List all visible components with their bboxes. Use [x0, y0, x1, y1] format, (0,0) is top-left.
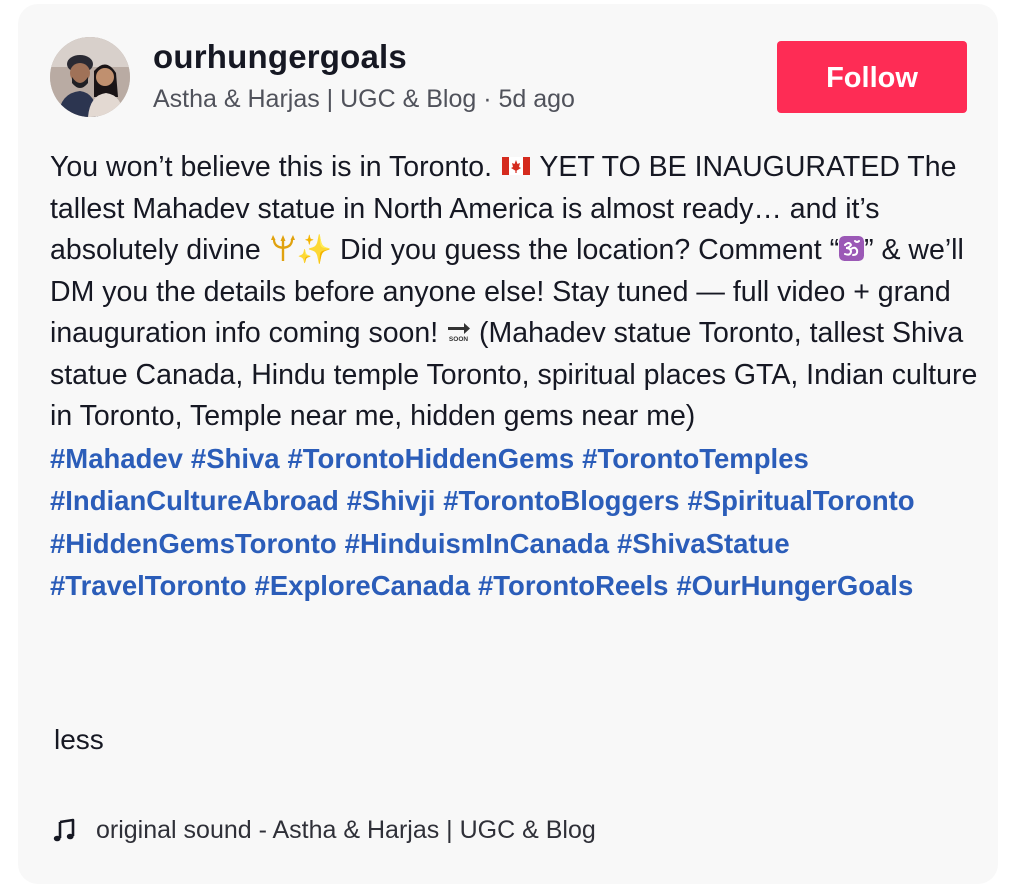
author-subline: Astha & Harjas | UGC & Blog · 5d ago [153, 85, 575, 113]
hashtag-link[interactable]: #TravelToronto [50, 570, 247, 601]
hashtag-link[interactable]: #HiddenGemsToronto [50, 528, 337, 559]
om-symbol-emoji [839, 236, 865, 261]
canada-flag-emoji [501, 157, 530, 175]
caption-text: You won’t believe this is in Toronto. [50, 151, 493, 183]
hashtag-link[interactable]: #Shivji [347, 485, 436, 516]
avatar[interactable] [50, 37, 130, 117]
music-note-icon [53, 818, 75, 841]
hashtag-link[interactable]: #ShivaStatue [617, 528, 790, 559]
username[interactable]: ourhungergoals [153, 38, 407, 76]
hashtag-link[interactable]: #TorontoReels [478, 570, 669, 601]
follow-button[interactable]: Follow [777, 41, 967, 113]
caption-text: Did you guess the location? Comment “ [332, 234, 840, 266]
hashtag-link[interactable]: #TorontoBloggers [443, 485, 679, 516]
music-row[interactable]: original sound - Astha & Harjas | UGC & … [52, 816, 596, 845]
hashtag-link[interactable]: #Shiva [191, 443, 280, 474]
hashtag-link[interactable]: #OurHungerGoals [676, 570, 913, 601]
profile-photo-avatar [50, 37, 130, 117]
soon-arrow-emoji: SOON [448, 323, 471, 343]
svg-text:SOON: SOON [449, 336, 468, 343]
hashtag-link[interactable]: #HinduismInCanada [345, 528, 609, 559]
hashtag-link[interactable]: #IndianCultureAbroad [50, 485, 339, 516]
trident-emoji [270, 235, 295, 261]
hashtag-link[interactable]: #Mahadev [50, 443, 183, 474]
music-label: original sound - Astha & Harjas | UGC & … [96, 816, 596, 844]
post-caption: You won’t believe this is in Toronto. YE… [50, 147, 980, 608]
hashtag-link[interactable]: #SpiritualToronto [687, 485, 914, 516]
less-toggle[interactable]: less [54, 724, 104, 756]
hashtag-link[interactable]: #TorontoTemples [582, 443, 809, 474]
hashtag-link[interactable]: #ExploreCanada [255, 570, 471, 601]
sparkles-emoji: ✨ [296, 234, 333, 266]
hashtag-link[interactable]: #TorontoHiddenGems [288, 443, 575, 474]
post-card: ourhungergoals Astha & Harjas | UGC & Bl… [18, 4, 998, 884]
